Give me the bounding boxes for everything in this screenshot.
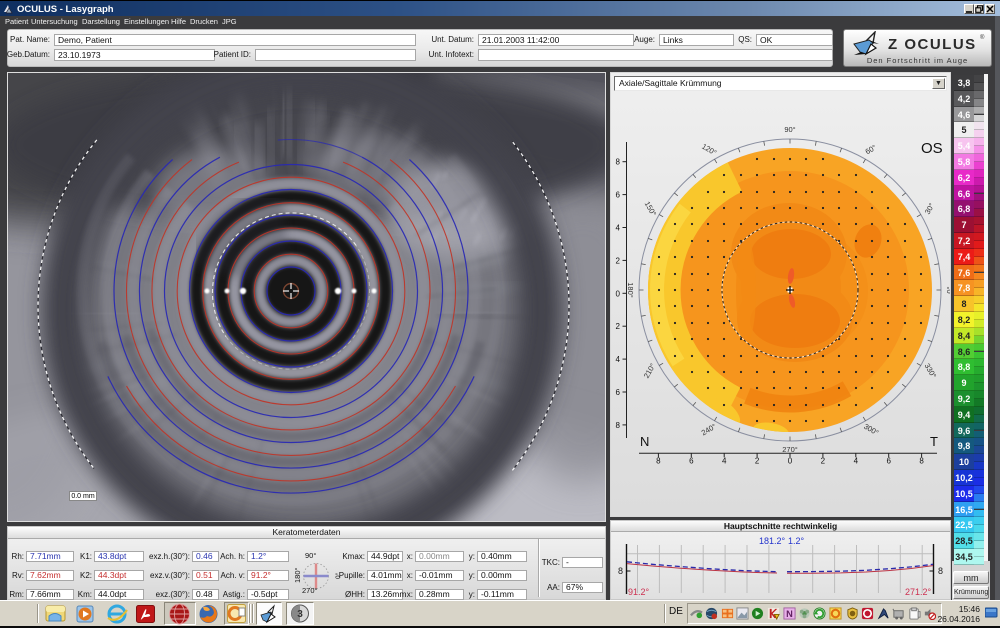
svg-text:2: 2	[616, 256, 621, 265]
svg-text:210°: 210°	[642, 362, 658, 380]
svg-text:6: 6	[689, 457, 694, 466]
svg-text:8: 8	[656, 457, 661, 466]
svg-text:8: 8	[618, 566, 623, 576]
svg-text:4: 4	[854, 457, 859, 466]
svg-text:120°: 120°	[700, 142, 718, 158]
svg-text:6: 6	[616, 388, 621, 397]
svg-text:0: 0	[616, 289, 621, 298]
svg-text:4: 4	[616, 355, 621, 364]
svg-text:180°: 180°	[626, 282, 635, 298]
svg-text:91.2°: 91.2°	[628, 587, 650, 597]
svg-text:0: 0	[788, 457, 793, 466]
svg-text:0°: 0°	[945, 286, 950, 293]
svg-text:6: 6	[886, 457, 891, 466]
svg-text:8: 8	[616, 158, 621, 167]
svg-text:6: 6	[616, 191, 621, 200]
svg-text:N: N	[786, 609, 793, 619]
svg-text:T: T	[930, 434, 938, 449]
svg-text:271.2°: 271.2°	[905, 587, 932, 597]
svg-text:2: 2	[755, 457, 760, 466]
svg-text:330°: 330°	[923, 362, 939, 380]
svg-text:181.2°: 181.2°	[759, 536, 786, 546]
svg-text:60°: 60°	[864, 143, 878, 156]
svg-text:2: 2	[821, 457, 826, 466]
svg-text:2: 2	[616, 322, 621, 331]
svg-text:300°: 300°	[862, 422, 880, 438]
svg-text:8: 8	[616, 421, 621, 430]
svg-text:30°: 30°	[923, 202, 936, 216]
svg-text:4: 4	[616, 224, 621, 233]
svg-text:4: 4	[722, 457, 727, 466]
svg-text:8: 8	[919, 457, 924, 466]
svg-text:8: 8	[938, 566, 943, 576]
svg-text:240°: 240°	[700, 422, 718, 438]
svg-text:1.2°: 1.2°	[788, 536, 805, 546]
svg-text:N: N	[640, 434, 649, 449]
svg-text:3: 3	[297, 609, 303, 620]
svg-text:OS: OS	[921, 140, 943, 157]
svg-text:150°: 150°	[643, 200, 659, 218]
svg-text:90°: 90°	[784, 125, 795, 134]
svg-text:270°: 270°	[782, 445, 798, 454]
